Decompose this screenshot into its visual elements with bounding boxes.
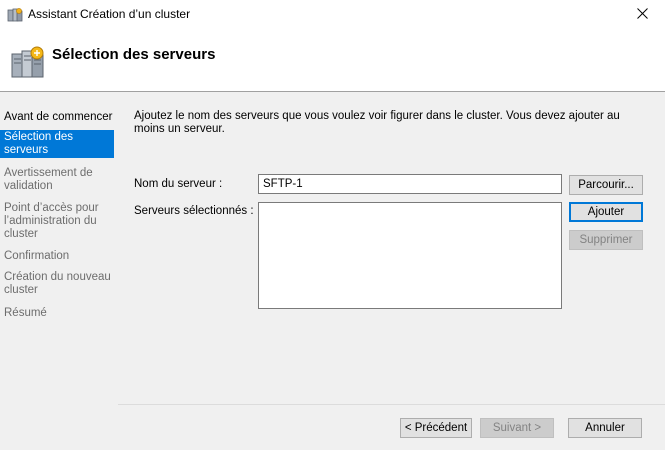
selected-servers-list[interactable] xyxy=(258,202,562,309)
step-avant-de-commencer[interactable]: Avant de commencer xyxy=(0,110,114,125)
footer-divider xyxy=(118,404,665,405)
server-cluster-icon xyxy=(10,44,46,80)
step-resume[interactable]: Résumé xyxy=(0,307,114,320)
cluster-app-icon xyxy=(7,7,23,23)
step-point-acces-administration[interactable]: Point d’accès pour l’administration du c… xyxy=(0,202,114,241)
wizard-steps: Avant de commencer Sélection des serveur… xyxy=(0,92,118,450)
title-bar: Assistant Création d’un cluster xyxy=(0,0,665,30)
step-confirmation[interactable]: Confirmation xyxy=(0,250,114,263)
server-name-input-box[interactable] xyxy=(258,174,562,194)
close-button[interactable] xyxy=(619,0,665,30)
step-creation-du-nouveau-cluster[interactable]: Création du nouveau cluster xyxy=(0,271,114,297)
next-button[interactable]: Suivant > xyxy=(480,418,554,438)
server-name-label: Nom du serveur : xyxy=(134,178,223,190)
page-title: Sélection des serveurs xyxy=(52,46,216,63)
selected-servers-label: Serveurs sélectionnés : xyxy=(134,205,254,217)
browse-button[interactable]: Parcourir... xyxy=(569,175,643,195)
close-icon xyxy=(636,8,648,22)
previous-button[interactable]: < Précédent xyxy=(400,418,472,438)
wizard-header: Sélection des serveurs xyxy=(0,30,665,90)
wizard-content: Ajoutez le nom des serveurs que vous vou… xyxy=(118,92,665,450)
description-text: Ajoutez le nom des serveurs que vous vou… xyxy=(134,110,620,135)
remove-button[interactable]: Supprimer xyxy=(569,230,643,250)
server-name-input[interactable] xyxy=(259,175,561,193)
window-title: Assistant Création d’un cluster xyxy=(28,7,191,21)
step-selection-des-serveurs[interactable]: Sélection des serveurs xyxy=(0,130,114,158)
cancel-button[interactable]: Annuler xyxy=(568,418,642,438)
add-button[interactable]: Ajouter xyxy=(569,202,643,222)
step-avertissement-de-validation[interactable]: Avertissement de validation xyxy=(0,167,114,193)
